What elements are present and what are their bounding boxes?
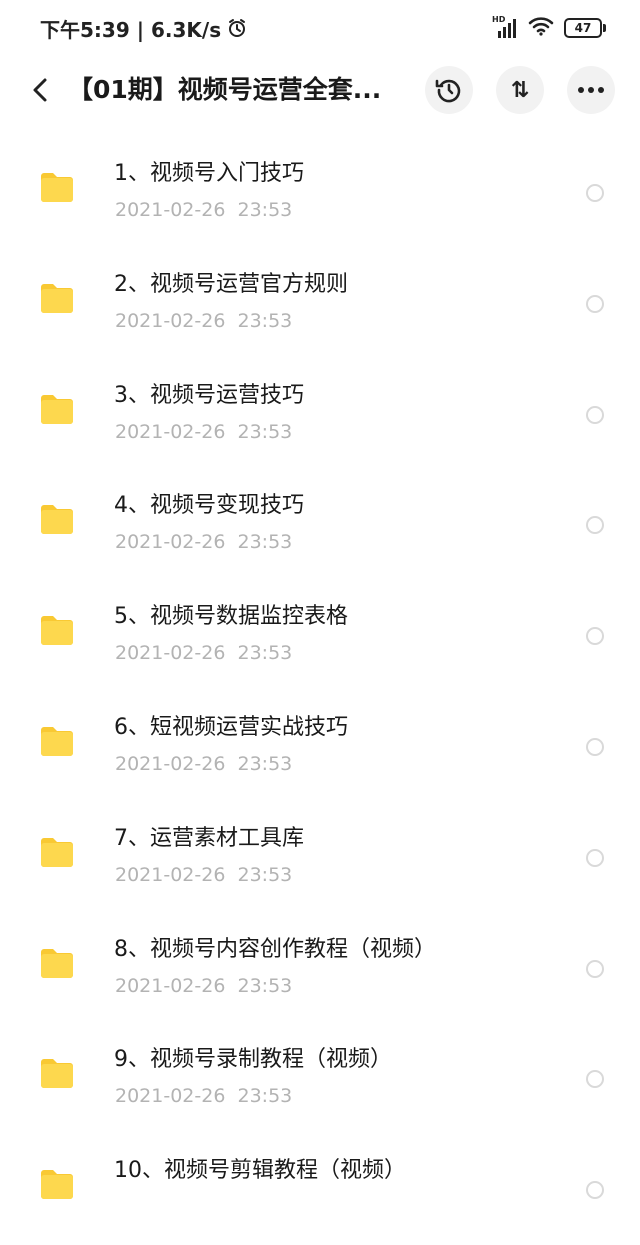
folder-icon [41,283,73,313]
folder-name: 9、视频号录制教程（视频） [114,1047,392,1073]
folder-name: 3、视频号运营技巧 [114,382,304,408]
folder-icon [41,948,73,978]
select-radio[interactable] [586,737,604,756]
folder-date: 2021-02-26 23:53 [115,752,293,775]
folder-icon [41,726,73,756]
list-item[interactable]: 5、视频号数据监控表格 2021-02-26 23:53 [0,580,640,691]
folder-icon [41,1059,73,1089]
list-item[interactable]: 8、视频号内容创作教程（视频） 2021-02-26 23:53 [0,913,640,1024]
select-radio[interactable] [586,184,604,202]
battery-icon: 47 [564,18,606,38]
folder-icon [41,394,73,424]
select-radio[interactable] [586,1181,604,1200]
folder-name: 10、视频号剪辑教程（视频） [114,1158,406,1184]
folder-icon [41,173,73,202]
list-item[interactable]: 1、视频号入门技巧 2021-02-26 23:53 [0,137,640,248]
select-radio[interactable] [586,959,604,978]
list-item[interactable]: 6、短视频运营实战技巧 2021-02-26 23:53 [0,691,640,802]
more-button[interactable] [567,66,615,114]
status-bar: 下午5:39 | 6.3K/s HD 47 [0,0,640,56]
list-item[interactable]: 2、视频号运营官方规则 2021-02-26 23:53 [0,248,640,359]
folder-name: 8、视频号内容创作教程（视频） [114,936,436,962]
sort-icon: ⇅ [510,77,530,103]
signal-icon: HD [492,15,518,39]
wifi-icon [528,16,554,40]
folder-list: 1、视频号入门技巧 2021-02-26 23:53 2、视频号运营官方规则 2… [0,137,640,1245]
header: 【01期】视频号运营全套... ⇅ [0,62,640,118]
folder-date: 2021-02-26 23:53 [115,309,293,332]
history-icon [435,79,461,103]
more-icon [578,87,604,93]
folder-name: 1、视频号入门技巧 [114,161,304,186]
alarm-icon [227,18,247,38]
page-title: 【01期】视频号运营全套... [68,75,380,104]
list-item[interactable]: 7、运营素材工具库 2021-02-26 23:53 [0,802,640,913]
select-radio[interactable] [586,405,604,424]
back-icon [33,78,47,102]
folder-date: 2021-02-26 23:53 [115,420,293,443]
folder-date: 2021-02-26 23:53 [115,974,293,997]
select-radio[interactable] [586,848,604,867]
folder-icon [41,1170,73,1200]
folder-icon [41,505,73,535]
folder-date: 2021-02-26 23:53 [115,642,293,665]
back-button[interactable] [24,74,56,106]
status-right: HD 47 [492,15,606,40]
folder-icon [41,837,73,867]
status-left: 下午5:39 | 6.3K/s [40,14,247,43]
folder-date: 2021-02-26 23:53 [115,863,293,886]
list-item[interactable]: 3、视频号运营技巧 2021-02-26 23:53 [0,359,640,470]
folder-name: 5、视频号数据监控表格 [114,604,348,630]
status-time-speed: 下午5:39 | 6.3K/s [40,17,222,42]
hd-label: HD [492,15,506,24]
sort-button[interactable]: ⇅ [496,66,544,114]
folder-name: 7、运营素材工具库 [114,825,304,851]
folder-date: 2021-02-26 23:53 [115,1085,293,1108]
list-item[interactable]: 4、视频号变现技巧 2021-02-26 23:53 [0,469,640,580]
folder-date: 2021-02-26 23:53 [115,199,293,221]
folder-name: 2、视频号运营官方规则 [114,271,348,297]
folder-icon [41,616,73,646]
folder-name: 6、短视频运营实战技巧 [114,714,348,740]
folder-name: 4、视频号变现技巧 [114,493,304,519]
select-radio[interactable] [586,516,604,535]
folder-date: 2021-02-26 23:53 [115,531,293,554]
history-button[interactable] [425,66,473,114]
list-item[interactable]: 10、视频号剪辑教程（视频） [0,1134,640,1245]
select-radio[interactable] [586,1070,604,1089]
list-item[interactable]: 9、视频号录制教程（视频） 2021-02-26 23:53 [0,1023,640,1134]
select-radio[interactable] [586,627,604,646]
select-radio[interactable] [586,294,604,313]
